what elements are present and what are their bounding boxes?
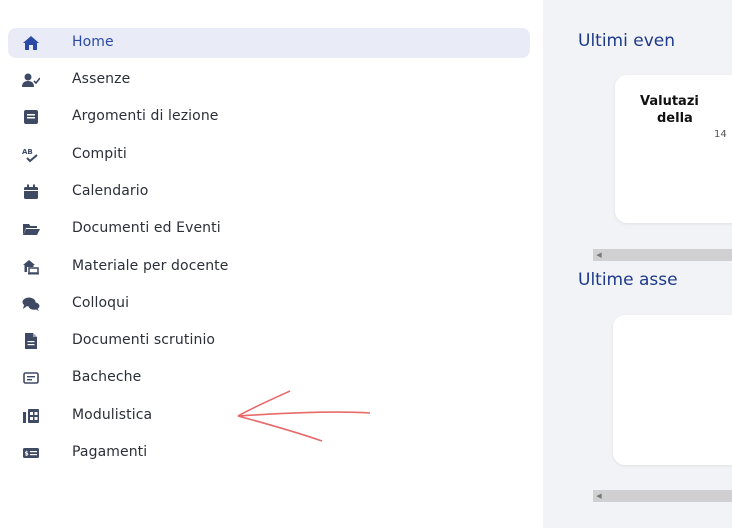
sidebar-item-label: Assenze [72, 71, 131, 87]
file-icon [22, 333, 40, 349]
sidebar-item-documenti-eventi[interactable]: Documenti ed Eventi [8, 214, 530, 244]
main-content: Ultimi even Valutazi della 14 ◀ Ultime a… [543, 0, 732, 528]
event-card[interactable]: Valutazi della 14 [615, 75, 732, 223]
spell-check-icon: AB [22, 147, 40, 163]
sidebar-item-label: Compiti [72, 146, 127, 162]
absences-section-title: Ultime asse [578, 270, 678, 290]
events-section-title: Ultimi even [578, 31, 675, 51]
sidebar-item-label: Bacheche [72, 369, 142, 385]
sidebar-item-assenze[interactable]: Assenze [8, 65, 530, 95]
sidebar-item-documenti-scrutinio[interactable]: Documenti scrutinio [8, 326, 530, 356]
money-bill-icon: $ [22, 445, 40, 461]
sidebar-item-label: Calendario [72, 183, 149, 199]
scroll-left-icon[interactable]: ◀ [594, 490, 604, 502]
sidebar-item-label: Colloqui [72, 295, 130, 311]
sidebar-item-argomenti[interactable]: Argomenti di lezione [8, 102, 530, 132]
sidebar: Home Assenze Argomenti di lezione AB Com… [0, 0, 543, 528]
svg-text:AB: AB [22, 148, 33, 156]
event-title: Valutazi della [640, 94, 699, 126]
scroll-left-icon[interactable]: ◀ [594, 249, 604, 261]
user-check-icon [22, 72, 40, 88]
sidebar-item-home[interactable]: Home [8, 28, 530, 58]
house-laptop-icon [22, 259, 40, 275]
sidebar-item-colloqui[interactable]: Colloqui [8, 289, 530, 319]
sidebar-item-calendario[interactable]: Calendario [8, 177, 530, 207]
absences-horizontal-scrollbar[interactable] [593, 490, 732, 502]
folder-open-icon [22, 221, 40, 237]
events-horizontal-scrollbar[interactable] [593, 249, 732, 261]
absences-card [613, 315, 732, 465]
board-icon [22, 370, 40, 386]
sidebar-item-materiale-docente[interactable]: Materiale per docente [8, 252, 530, 282]
event-date: 14 [714, 129, 727, 140]
sidebar-item-label: Materiale per docente [72, 258, 229, 274]
svg-text:$: $ [25, 451, 29, 458]
sidebar-item-label: Pagamenti [72, 444, 148, 460]
calendar-icon [22, 184, 40, 200]
forms-icon [22, 408, 40, 424]
sidebar-item-label: Home [72, 34, 114, 50]
book-icon [22, 109, 40, 125]
annotation-arrow [237, 390, 371, 442]
home-icon [22, 35, 40, 51]
sidebar-item-compiti[interactable]: AB Compiti [8, 140, 530, 170]
sidebar-item-label: Documenti ed Eventi [72, 220, 221, 236]
sidebar-item-label: Argomenti di lezione [72, 108, 219, 124]
sidebar-item-label: Modulistica [72, 407, 153, 423]
sidebar-item-label: Documenti scrutinio [72, 332, 216, 348]
comments-icon [22, 296, 40, 312]
